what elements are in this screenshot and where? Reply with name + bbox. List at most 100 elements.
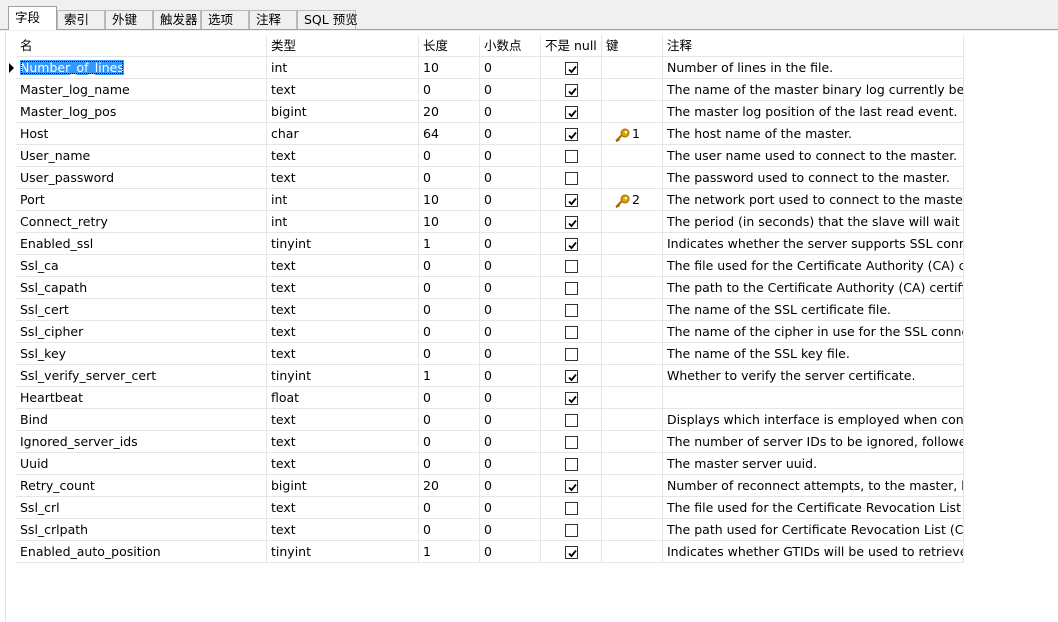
- row-indicator[interactable]: [6, 79, 16, 101]
- row-indicator[interactable]: [6, 453, 16, 475]
- tab-7[interactable]: SQL 预览: [297, 10, 358, 29]
- not-null-checkbox[interactable]: [565, 282, 578, 295]
- tab-4[interactable]: 触发器: [153, 10, 201, 29]
- table-row[interactable]: Enabled_auto_position tinyint 1 0 Indicates …: [6, 541, 964, 563]
- table-row[interactable]: Ssl_key text 0 0 The name of the SSL key fil…: [6, 343, 964, 365]
- table-row[interactable]: Port int 10 0 2 The network port used to conn…: [6, 189, 964, 211]
- not-null-cell[interactable]: [541, 255, 602, 277]
- cell-type[interactable]: text: [267, 299, 419, 321]
- cell-name[interactable]: Retry_count: [16, 475, 267, 497]
- table-row[interactable]: Ssl_cipher text 0 0 The name of the cipher i…: [6, 321, 964, 343]
- key-cell[interactable]: [602, 299, 663, 321]
- row-indicator[interactable]: [6, 233, 16, 255]
- not-null-checkbox[interactable]: [565, 502, 578, 515]
- cell-type[interactable]: int: [267, 189, 419, 211]
- key-cell[interactable]: [602, 57, 663, 79]
- not-null-cell[interactable]: [541, 497, 602, 519]
- table-row[interactable]: Ssl_verify_server_cert tinyint 1 0 Whether t…: [6, 365, 964, 387]
- cell-type[interactable]: text: [267, 255, 419, 277]
- cell-decimals[interactable]: 0: [480, 101, 541, 123]
- cell-type[interactable]: tinyint: [267, 365, 419, 387]
- cell-type[interactable]: char: [267, 123, 419, 145]
- cell-length[interactable]: 0: [419, 167, 480, 189]
- cell-comment[interactable]: The path used for Certificate Revocation…: [663, 519, 964, 541]
- table-row[interactable]: User_name text 0 0 The user name used to con…: [6, 145, 964, 167]
- table-row[interactable]: Master_log_pos bigint 20 0 The master log po…: [6, 101, 964, 123]
- cell-name[interactable]: Ssl_crl: [16, 497, 267, 519]
- tab-1[interactable]: 字段: [8, 6, 57, 30]
- table-row[interactable]: User_password text 0 0 The password used to …: [6, 167, 964, 189]
- table-row[interactable]: Ssl_crlpath text 0 0 The path used for Certi…: [6, 519, 964, 541]
- cell-name[interactable]: Ssl_ca: [16, 255, 267, 277]
- cell-decimals[interactable]: 0: [480, 189, 541, 211]
- not-null-cell[interactable]: [541, 211, 602, 233]
- cell-type[interactable]: tinyint: [267, 233, 419, 255]
- key-cell[interactable]: [602, 101, 663, 123]
- row-indicator[interactable]: [6, 277, 16, 299]
- cell-comment[interactable]: Number of lines in the file.: [663, 57, 964, 79]
- cell-decimals[interactable]: 0: [480, 519, 541, 541]
- row-indicator[interactable]: [6, 431, 16, 453]
- not-null-cell[interactable]: [541, 343, 602, 365]
- cell-type[interactable]: bigint: [267, 475, 419, 497]
- cell-type[interactable]: text: [267, 145, 419, 167]
- cell-comment[interactable]: The period (in seconds) that the slave w…: [663, 211, 964, 233]
- table-row[interactable]: Ssl_ca text 0 0 The file used for the Certif…: [6, 255, 964, 277]
- tab-5[interactable]: 选项: [201, 10, 249, 29]
- cell-name[interactable]: Ssl_key: [16, 343, 267, 365]
- row-indicator[interactable]: [6, 409, 16, 431]
- row-indicator[interactable]: [6, 475, 16, 497]
- row-indicator[interactable]: [6, 189, 16, 211]
- cell-length[interactable]: 0: [419, 145, 480, 167]
- cell-name[interactable]: Ssl_capath: [16, 277, 267, 299]
- not-null-cell[interactable]: [541, 541, 602, 563]
- row-indicator[interactable]: [6, 123, 16, 145]
- cell-name[interactable]: Enabled_auto_position: [16, 541, 267, 563]
- cell-decimals[interactable]: 0: [480, 233, 541, 255]
- table-row[interactable]: Heartbeat float 0 0: [6, 387, 964, 409]
- header-comment[interactable]: 注释: [663, 35, 964, 57]
- cell-length[interactable]: 64: [419, 123, 480, 145]
- cell-length[interactable]: 0: [419, 79, 480, 101]
- key-cell[interactable]: [602, 277, 663, 299]
- not-null-checkbox[interactable]: [565, 392, 578, 405]
- row-indicator[interactable]: [6, 255, 16, 277]
- not-null-checkbox[interactable]: [565, 216, 578, 229]
- cell-type[interactable]: text: [267, 497, 419, 519]
- table-row[interactable]: Ssl_capath text 0 0 The path to the Certific…: [6, 277, 964, 299]
- cell-comment[interactable]: The name of the master binary log curren…: [663, 79, 964, 101]
- key-cell[interactable]: [602, 145, 663, 167]
- not-null-checkbox[interactable]: [565, 524, 578, 537]
- cell-name[interactable]: User_password: [16, 167, 267, 189]
- cell-comment[interactable]: The password used to connect to the mast…: [663, 167, 964, 189]
- not-null-cell[interactable]: [541, 321, 602, 343]
- cell-type[interactable]: text: [267, 277, 419, 299]
- cell-type[interactable]: text: [267, 409, 419, 431]
- not-null-checkbox[interactable]: [565, 436, 578, 449]
- not-null-checkbox[interactable]: [565, 106, 578, 119]
- key-cell[interactable]: [602, 453, 663, 475]
- cell-length[interactable]: 0: [419, 321, 480, 343]
- cell-length[interactable]: 1: [419, 365, 480, 387]
- not-null-cell[interactable]: [541, 189, 602, 211]
- cell-decimals[interactable]: 0: [480, 365, 541, 387]
- cell-type[interactable]: text: [267, 321, 419, 343]
- cell-length[interactable]: 0: [419, 343, 480, 365]
- key-cell[interactable]: [602, 519, 663, 541]
- cell-name[interactable]: Host: [16, 123, 267, 145]
- cell-type[interactable]: int: [267, 211, 419, 233]
- row-indicator[interactable]: [6, 145, 16, 167]
- not-null-cell[interactable]: [541, 145, 602, 167]
- not-null-checkbox[interactable]: [565, 370, 578, 383]
- header-type[interactable]: 类型: [267, 35, 419, 57]
- cell-length[interactable]: 0: [419, 277, 480, 299]
- row-indicator[interactable]: [6, 497, 16, 519]
- cell-decimals[interactable]: 0: [480, 541, 541, 563]
- cell-decimals[interactable]: 0: [480, 497, 541, 519]
- cell-length[interactable]: 0: [419, 519, 480, 541]
- row-indicator[interactable]: [6, 387, 16, 409]
- not-null-cell[interactable]: [541, 431, 602, 453]
- cell-name[interactable]: Ignored_server_ids: [16, 431, 267, 453]
- key-cell[interactable]: [602, 343, 663, 365]
- not-null-cell[interactable]: [541, 233, 602, 255]
